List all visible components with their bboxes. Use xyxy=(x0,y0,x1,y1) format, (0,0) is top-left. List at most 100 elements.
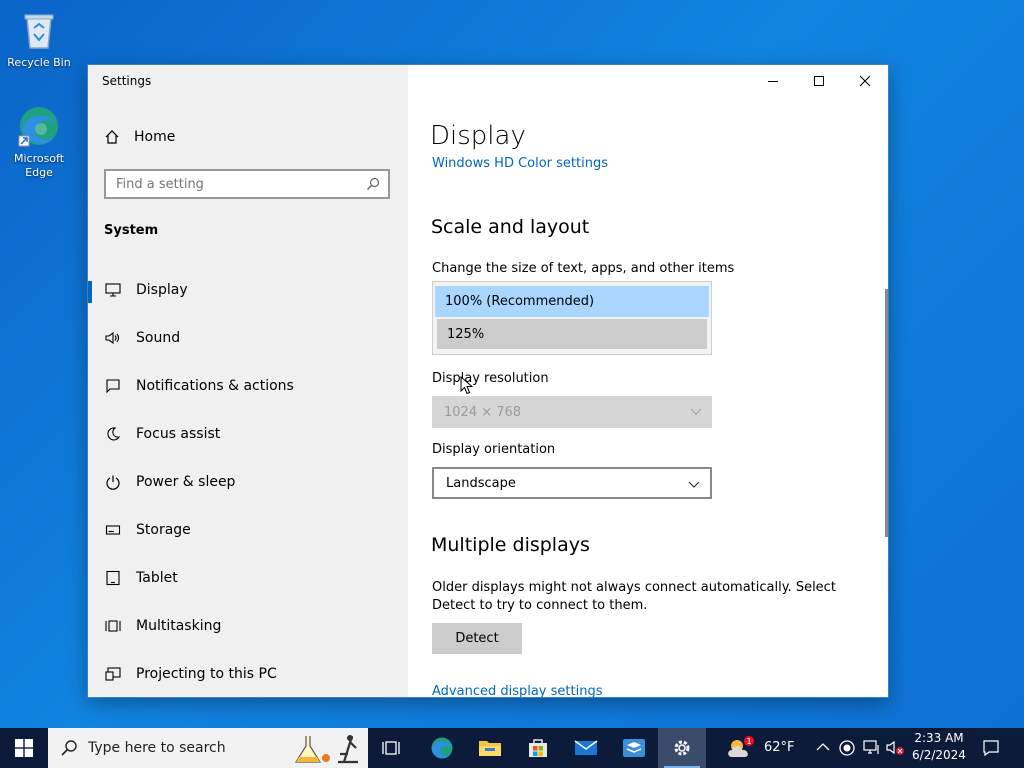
sidebar-item-label: Storage xyxy=(136,522,191,538)
page-title: Display xyxy=(430,121,526,151)
task-view-button[interactable] xyxy=(368,728,416,768)
multitasking-icon xyxy=(105,620,121,632)
record-icon[interactable] xyxy=(838,739,856,757)
volume-muted-icon[interactable] xyxy=(886,739,906,757)
taskbar-microsoft-store[interactable] xyxy=(514,728,562,768)
folder-icon xyxy=(479,741,501,756)
chevron-down-icon xyxy=(690,408,702,415)
hd-color-link[interactable]: Windows HD Color settings xyxy=(432,156,608,171)
sidebar-item-notifications[interactable]: Notifications & actions xyxy=(88,366,408,406)
windows-logo-icon xyxy=(15,739,33,757)
mouse-cursor-icon xyxy=(460,376,474,395)
storage-icon xyxy=(105,525,121,535)
edge-icon xyxy=(431,737,453,759)
taskbar-app[interactable] xyxy=(610,728,658,768)
scale-layout-heading: Scale and layout xyxy=(431,216,590,238)
close-icon xyxy=(859,75,871,87)
sidebar-item-label: Display xyxy=(136,282,188,298)
sidebar-item-focus-assist[interactable]: Focus assist xyxy=(88,414,408,454)
sidebar-item-storage[interactable]: Storage xyxy=(88,510,408,550)
network-icon[interactable] xyxy=(862,739,882,757)
multiple-displays-heading: Multiple displays xyxy=(431,534,590,556)
weather-widget[interactable]: 1 62°F xyxy=(726,728,804,768)
monitor-icon xyxy=(105,283,121,297)
desktop-icon-microsoft-edge[interactable]: Microsoft Edge xyxy=(3,104,75,180)
app-box-icon xyxy=(623,739,645,757)
weather-cloudy-icon: 1 xyxy=(728,736,754,757)
sidebar-item-projecting[interactable]: Projecting to this PC xyxy=(88,654,408,694)
sidebar-item-label: Notifications & actions xyxy=(136,378,294,394)
chevron-down-icon xyxy=(688,481,700,488)
moon-icon xyxy=(107,427,121,441)
chevron-up-icon[interactable] xyxy=(816,742,830,752)
close-button[interactable] xyxy=(842,65,888,97)
settings-content: Display Windows HD Color settings Scale … xyxy=(408,65,888,697)
settings-window: Settings Home System Display Sound Notif xyxy=(88,65,888,697)
start-button[interactable] xyxy=(0,728,48,768)
maximize-icon xyxy=(814,76,824,86)
desktop-icon-label: Recycle Bin xyxy=(7,56,71,69)
orientation-label: Display orientation xyxy=(432,442,556,457)
sidebar-home[interactable]: Home xyxy=(104,129,175,145)
find-setting-search[interactable] xyxy=(104,169,390,199)
maximize-button[interactable] xyxy=(796,65,842,97)
detect-button[interactable]: Detect xyxy=(432,623,522,654)
recycle-bin-icon xyxy=(24,14,54,49)
sidebar-item-display[interactable]: Display xyxy=(88,270,408,310)
home-icon xyxy=(105,130,119,144)
clock-date: 6/2/2024 xyxy=(912,748,966,762)
sidebar-item-tablet[interactable]: Tablet xyxy=(88,558,408,598)
sidebar-item-label: Power & sleep xyxy=(136,474,236,490)
search-icon xyxy=(367,177,380,190)
speaker-icon xyxy=(105,331,120,345)
store-icon xyxy=(529,739,547,757)
desktop-icon-recycle-bin[interactable]: Recycle Bin xyxy=(3,8,75,70)
taskbar-edge[interactable] xyxy=(418,728,466,768)
taskbar-clock[interactable]: 2:33 AM 6/2/2024 xyxy=(906,730,972,764)
edge-icon xyxy=(18,107,58,147)
sidebar-item-sound[interactable]: Sound xyxy=(88,318,408,358)
search-input[interactable] xyxy=(114,176,358,193)
sidebar-item-multitasking[interactable]: Multitasking xyxy=(88,606,408,646)
sidebar-item-label: Projecting to this PC xyxy=(136,666,277,682)
taskbar-mail[interactable] xyxy=(562,728,610,768)
minimize-icon xyxy=(768,81,778,82)
sidebar-item-power-sleep[interactable]: Power & sleep xyxy=(88,462,408,502)
scale-option-125[interactable]: 125% xyxy=(437,319,707,349)
minimize-button[interactable] xyxy=(750,65,796,97)
gear-icon xyxy=(674,740,690,756)
taskbar-search-box[interactable]: Type here to search xyxy=(48,728,368,768)
window-title: Settings xyxy=(102,74,152,88)
orientation-dropdown[interactable]: Landscape xyxy=(432,467,712,499)
science-illustration-icon xyxy=(294,735,358,764)
resolution-value: 1024 × 768 xyxy=(444,404,522,420)
taskbar-file-explorer[interactable] xyxy=(466,728,514,768)
taskbar-search-placeholder: Type here to search xyxy=(88,740,226,756)
mail-icon xyxy=(574,740,598,755)
desktop-icon-label: Microsoft Edge xyxy=(13,152,65,179)
taskbar-settings[interactable] xyxy=(658,728,706,768)
resolution-label: Display resolution xyxy=(432,371,549,386)
home-label: Home xyxy=(134,129,176,145)
content-scrollbar[interactable] xyxy=(885,289,888,537)
tablet-icon xyxy=(106,570,120,586)
advanced-display-link[interactable]: Advanced display settings xyxy=(432,684,602,697)
weather-badge: 1 xyxy=(746,737,751,746)
clock-time: 2:33 AM xyxy=(914,731,964,745)
multiple-displays-text: Older displays might not always connect … xyxy=(432,580,836,613)
scale-option-100[interactable]: 100% (Recommended) xyxy=(435,286,709,317)
search-icon xyxy=(61,740,77,756)
scale-label: Change the size of text, apps, and other… xyxy=(432,261,735,276)
section-title: System xyxy=(104,223,159,238)
scale-dropdown-list: 100% (Recommended) 125% xyxy=(432,281,712,355)
weather-temp: 62°F xyxy=(764,740,795,755)
sidebar-item-label: Sound xyxy=(136,330,181,346)
orientation-value: Landscape xyxy=(446,475,516,491)
notification-icon xyxy=(106,379,120,394)
resolution-dropdown[interactable]: 1024 × 768 xyxy=(432,396,712,428)
settings-sidebar: Settings Home System Display Sound Notif xyxy=(88,65,408,697)
task-view-icon xyxy=(382,741,400,755)
sidebar-item-label: Focus assist xyxy=(136,426,221,442)
notification-center-icon[interactable] xyxy=(982,739,1000,757)
power-icon xyxy=(106,475,120,490)
